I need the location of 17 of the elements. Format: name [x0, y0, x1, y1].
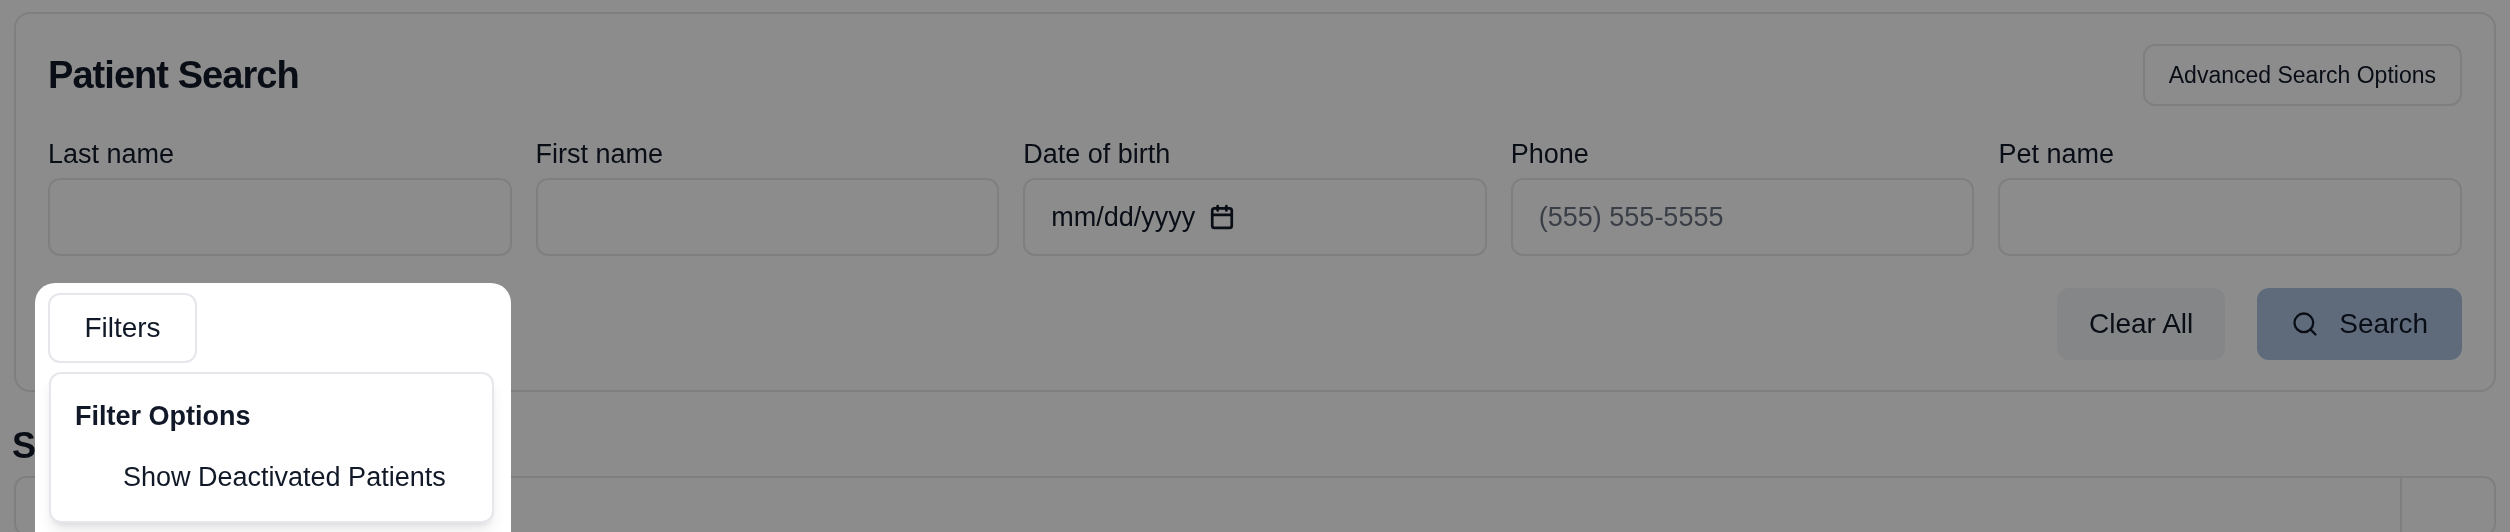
date-field[interactable]: mm/dd/yyyy — [1023, 178, 1487, 256]
field-label: Last name — [48, 138, 176, 171]
field-label: Phone — [1510, 138, 1590, 171]
menu-item[interactable]: Show Deactivated Patients — [51, 446, 492, 507]
search-button[interactable]: Search — [2257, 288, 2462, 360]
field-label: Date of birth — [1023, 138, 1172, 171]
menu-heading: Filter Options — [74, 400, 252, 433]
filters-button[interactable]: Filters — [48, 293, 197, 363]
advanced-search-button[interactable]: Advanced Search Options — [2142, 44, 2462, 106]
section-heading: S — [12, 424, 36, 468]
input-field[interactable]: (555) 555-5555 — [1510, 178, 1975, 256]
calendar-icon[interactable] — [1209, 204, 1236, 230]
field-label: Pet name — [1998, 138, 2115, 171]
field-label: First name — [535, 138, 665, 171]
clear-all-button[interactable]: Clear All — [2057, 288, 2226, 360]
search-icon — [2291, 310, 2320, 338]
panel-title: Patient Search — [48, 52, 299, 98]
